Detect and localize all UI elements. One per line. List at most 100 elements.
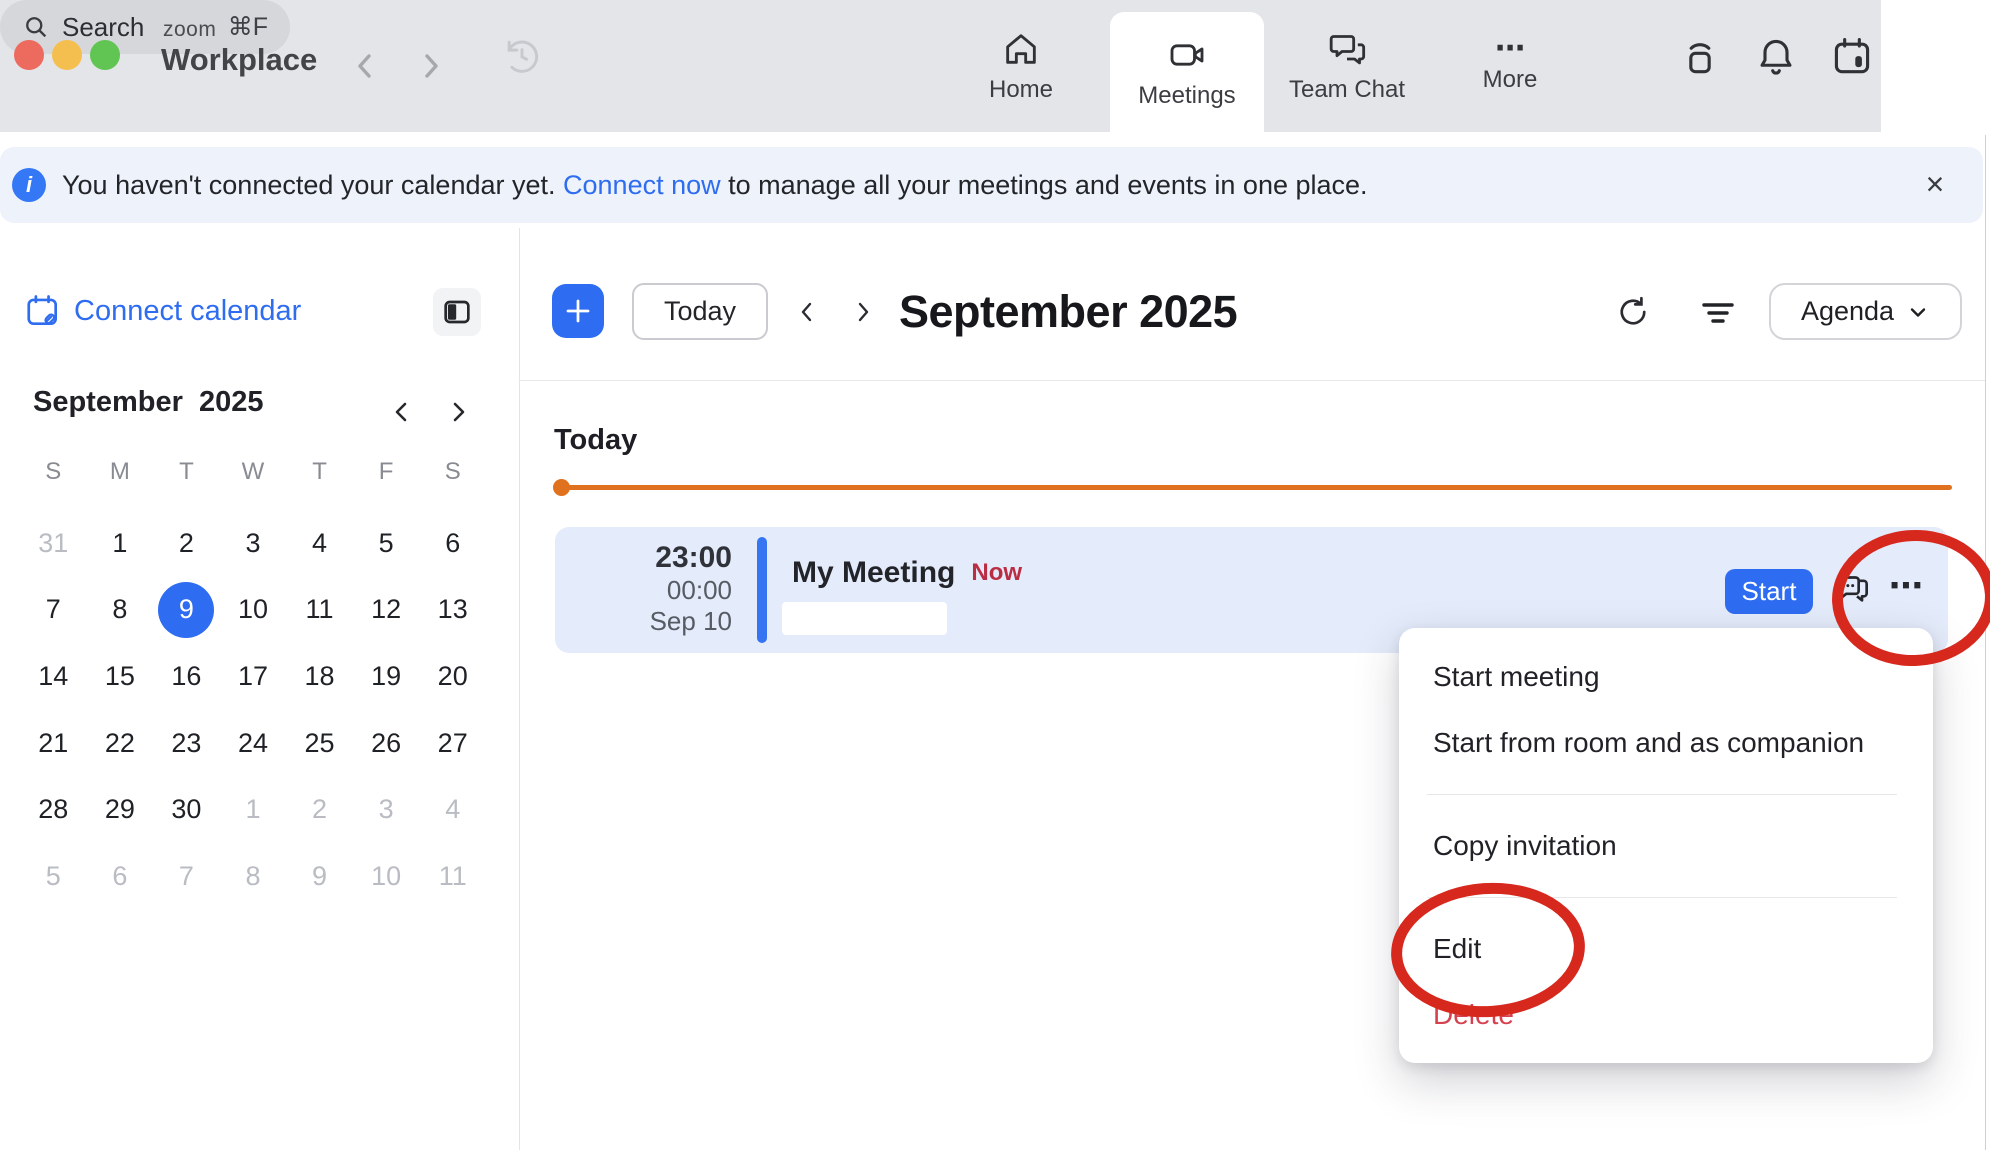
mini-calendar-day[interactable]: 11 bbox=[419, 843, 486, 910]
menu-item-copy-invitation[interactable]: Copy invitation bbox=[1399, 813, 1933, 879]
new-meeting-button[interactable] bbox=[552, 284, 604, 338]
mini-calendar-day[interactable]: 16 bbox=[153, 643, 220, 710]
close-window-button[interactable] bbox=[14, 40, 44, 70]
meeting-chat-icon[interactable] bbox=[1832, 570, 1872, 610]
mini-calendar-day[interactable]: 3 bbox=[220, 510, 287, 577]
calendar-connect-banner: i You haven't connected your calendar ye… bbox=[0, 147, 1983, 223]
mini-calendar-day-selected[interactable]: 9 bbox=[153, 577, 220, 644]
today-button[interactable]: Today bbox=[632, 283, 768, 340]
window-right-border bbox=[1985, 135, 1986, 1150]
menu-item-edit[interactable]: Edit bbox=[1399, 916, 1933, 982]
mini-calendar-day[interactable]: 20 bbox=[419, 643, 486, 710]
mini-calendar-day[interactable]: 5 bbox=[353, 510, 420, 577]
home-icon bbox=[1001, 29, 1041, 69]
mini-calendar-day[interactable]: 22 bbox=[87, 710, 154, 777]
mini-calendar-day[interactable]: 19 bbox=[353, 643, 420, 710]
tab-home[interactable]: Home bbox=[960, 0, 1082, 132]
tab-team-chat[interactable]: Team Chat bbox=[1280, 0, 1414, 132]
mini-calendar-day[interactable]: 25 bbox=[286, 710, 353, 777]
notifications-bell-icon[interactable] bbox=[1754, 33, 1798, 81]
weekday-label: S bbox=[20, 458, 87, 486]
mini-calendar-day[interactable]: 23 bbox=[153, 710, 220, 777]
mini-calendar-day[interactable]: 9 bbox=[286, 843, 353, 910]
refresh-icon[interactable] bbox=[1615, 294, 1651, 330]
meeting-more-button[interactable]: ⋯ bbox=[1882, 566, 1932, 606]
mini-calendar-day[interactable]: 4 bbox=[286, 510, 353, 577]
next-month-icon[interactable] bbox=[850, 297, 874, 327]
meeting-id-redacted bbox=[782, 602, 947, 635]
menu-divider bbox=[1427, 897, 1897, 898]
weekday-label: T bbox=[286, 458, 353, 486]
mini-calendar-day[interactable]: 3 bbox=[353, 776, 420, 843]
mini-calendar-day[interactable]: 17 bbox=[220, 643, 287, 710]
tab-more[interactable]: ⋯ More bbox=[1455, 0, 1565, 132]
mini-calendar-day[interactable]: 24 bbox=[220, 710, 287, 777]
mini-calendar-day[interactable]: 2 bbox=[153, 510, 220, 577]
mini-calendar-day[interactable]: 10 bbox=[220, 577, 287, 644]
mini-calendar-day[interactable]: 5 bbox=[20, 843, 87, 910]
mini-calendar-day[interactable]: 2 bbox=[286, 776, 353, 843]
current-time-indicator bbox=[556, 485, 1952, 490]
mini-calendar-day[interactable]: 6 bbox=[87, 843, 154, 910]
meeting-start-time: 23:00 bbox=[655, 541, 732, 575]
now-badge: Now bbox=[971, 559, 1022, 587]
meetings-video-icon bbox=[1167, 35, 1207, 75]
prev-month-icon[interactable] bbox=[796, 297, 820, 327]
mini-calendar-day[interactable]: 6 bbox=[419, 510, 486, 577]
mini-calendar-day[interactable]: 8 bbox=[87, 577, 154, 644]
mini-calendar-day[interactable]: 14 bbox=[20, 643, 87, 710]
mini-calendar-day[interactable]: 15 bbox=[87, 643, 154, 710]
mini-calendar-day[interactable]: 28 bbox=[20, 776, 87, 843]
weekday-header-row: SMTWTFS bbox=[20, 458, 486, 486]
mini-calendar-day[interactable]: 13 bbox=[419, 577, 486, 644]
maximize-window-button[interactable] bbox=[90, 40, 120, 70]
mini-calendar-day[interactable]: 12 bbox=[353, 577, 420, 644]
mini-calendar-next-icon[interactable] bbox=[446, 392, 470, 432]
meeting-end-date: Sep 10 bbox=[650, 606, 732, 637]
meeting-title-row: My Meeting Now bbox=[792, 556, 1022, 590]
mini-calendar-day[interactable]: 11 bbox=[286, 577, 353, 644]
mini-calendar-day[interactable]: 1 bbox=[87, 510, 154, 577]
banner-text: You haven't connected your calendar yet.… bbox=[62, 170, 1368, 201]
mini-calendar-prev-icon[interactable] bbox=[390, 392, 414, 432]
calendar-icon[interactable] bbox=[1830, 33, 1874, 81]
forward-arrow-icon[interactable] bbox=[418, 40, 444, 92]
tab-meetings[interactable]: Meetings bbox=[1110, 12, 1264, 132]
toolbar-divider bbox=[519, 380, 1985, 381]
mini-calendar-day[interactable]: 18 bbox=[286, 643, 353, 710]
banner-close-icon[interactable]: × bbox=[1915, 164, 1955, 204]
mini-calendar-day[interactable]: 21 bbox=[20, 710, 87, 777]
tab-home-label: Home bbox=[989, 76, 1053, 104]
info-icon: i bbox=[12, 168, 46, 202]
menu-item-start-from-room-and-as-companion[interactable]: Start from room and as companion bbox=[1399, 710, 1933, 776]
mini-calendar-day[interactable]: 7 bbox=[20, 577, 87, 644]
menu-item-start-meeting[interactable]: Start meeting bbox=[1399, 644, 1933, 710]
view-selector-dropdown[interactable]: Agenda bbox=[1769, 283, 1962, 340]
mini-calendar-day[interactable]: 10 bbox=[353, 843, 420, 910]
connect-calendar-link[interactable]: Connect calendar bbox=[24, 288, 301, 334]
mini-calendar-day[interactable]: 7 bbox=[153, 843, 220, 910]
tab-meetings-label: Meetings bbox=[1138, 82, 1235, 110]
chevron-down-icon bbox=[1906, 300, 1930, 324]
mini-calendar-day[interactable]: 1 bbox=[220, 776, 287, 843]
meeting-title: My Meeting bbox=[792, 556, 955, 590]
back-arrow-icon[interactable] bbox=[352, 40, 378, 92]
mini-calendar-day[interactable]: 4 bbox=[419, 776, 486, 843]
mini-calendar-title: September 2025 bbox=[33, 386, 264, 419]
mini-calendar-day[interactable]: 26 bbox=[353, 710, 420, 777]
connect-device-icon[interactable] bbox=[1678, 33, 1722, 81]
mini-calendar-day[interactable]: 30 bbox=[153, 776, 220, 843]
mini-calendar-day[interactable]: 27 bbox=[419, 710, 486, 777]
mini-calendar-day[interactable]: 8 bbox=[220, 843, 287, 910]
menu-item-delete[interactable]: Delete bbox=[1399, 982, 1933, 1048]
minimize-window-button[interactable] bbox=[52, 40, 82, 70]
filter-icon[interactable] bbox=[1700, 296, 1736, 330]
collapse-sidebar-button[interactable] bbox=[433, 288, 481, 336]
start-meeting-button[interactable]: Start bbox=[1725, 569, 1813, 614]
sidebar-panel-icon bbox=[441, 296, 473, 328]
history-icon[interactable] bbox=[500, 34, 544, 78]
mini-calendar-day[interactable]: 29 bbox=[87, 776, 154, 843]
meeting-end-time: 00:00 bbox=[667, 575, 732, 606]
connect-now-link[interactable]: Connect now bbox=[563, 170, 721, 200]
mini-calendar-day[interactable]: 31 bbox=[20, 510, 87, 577]
